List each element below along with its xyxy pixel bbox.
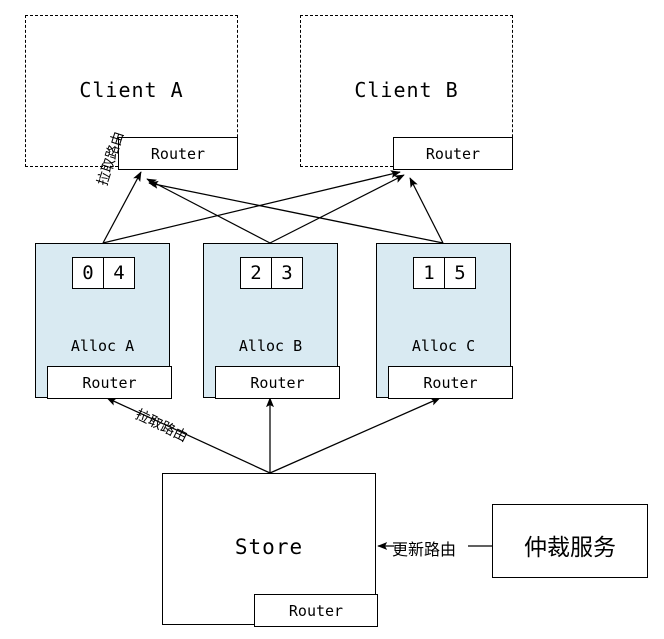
edge-alloc-a-to-client-b [102,170,401,244]
alloc-c-router[interactable]: Router [388,366,513,399]
diagram-canvas: Client A Router Client B Router 0 4 Allo… [0,0,664,639]
edge-store-to-alloc-a [106,397,271,474]
edge-alloc-c-to-client-a [148,180,444,244]
store-label: Store [234,535,304,559]
alloc-c-label: Alloc C [411,337,476,355]
alloc-a-slot-0: 0 [73,258,104,288]
alloc-b-label: Alloc B [238,337,303,355]
edge-alloc-b-to-client-b [269,174,405,244]
alloc-a-router[interactable]: Router [47,366,172,399]
alloc-a-label: Alloc A [70,337,135,355]
edge-label-update-route: 更新路由 [392,540,457,559]
edge-alloc-c-to-client-b [409,177,444,244]
alloc-a-slots: 0 4 [72,257,135,289]
alloc-c-slot-0: 1 [414,258,445,288]
client-a-router[interactable]: Router [118,137,238,170]
alloc-b-slots: 2 3 [240,257,303,289]
arbiter-label: 仲裁服务 [524,535,616,561]
edge-label-pull-route-allocs: 拉取路由 [132,406,191,446]
alloc-c-slots: 1 5 [413,257,476,289]
alloc-a-slot-1: 4 [104,258,134,288]
edge-alloc-b-to-client-a [146,178,271,244]
alloc-b-slot-1: 3 [272,258,302,288]
edge-store-to-alloc-c [269,397,441,474]
alloc-b-slot-0: 2 [241,258,272,288]
client-b-label: Client B [354,78,459,102]
client-b-router[interactable]: Router [393,137,513,170]
arbiter-box: 仲裁服务 [492,504,648,578]
client-a-label: Client A [79,78,184,102]
alloc-c-slot-1: 5 [445,258,475,288]
alloc-b-router[interactable]: Router [215,366,340,399]
store-router[interactable]: Router [254,594,378,627]
